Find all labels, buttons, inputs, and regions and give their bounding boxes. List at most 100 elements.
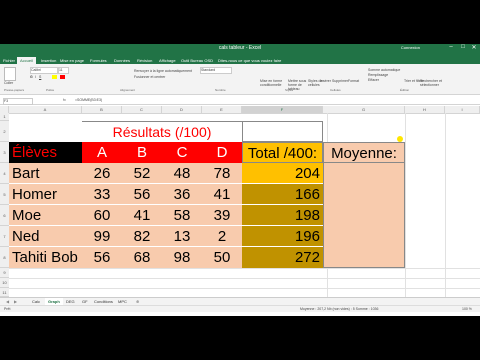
score-cell[interactable]: 52 [122, 163, 162, 184]
tab-page-layout[interactable]: Mise en page [60, 57, 84, 64]
zoom-level[interactable]: 100 % [462, 307, 472, 311]
col-header-b[interactable]: B [122, 142, 162, 163]
score-cell[interactable]: 56 [122, 184, 162, 205]
average-header[interactable]: Moyenne: [323, 142, 405, 163]
column-header-d[interactable]: D [162, 106, 202, 113]
tab-formulas[interactable]: Formules [90, 57, 107, 64]
student-name[interactable]: Moe [9, 205, 82, 226]
col-header-a[interactable]: A [82, 142, 122, 163]
worksheet-grid[interactable]: Résultats (/100) Élèves A B C D Total /4… [9, 113, 480, 297]
results-title[interactable]: Résultats (/100) [82, 121, 242, 142]
wrap-text-button[interactable]: Renvoyer à la ligne automatiquement [134, 69, 192, 73]
score-cell[interactable]: 58 [162, 205, 202, 226]
row-header-9[interactable]: 9 [0, 268, 9, 278]
row-header-5[interactable]: 5 [0, 184, 9, 205]
number-format-select[interactable]: Standard [200, 67, 232, 74]
score-cell[interactable]: 82 [122, 226, 162, 247]
row-header-3[interactable]: 3 [0, 142, 9, 163]
tab-file[interactable]: Fichier [3, 57, 15, 64]
font-size-select[interactable]: 11 [58, 67, 69, 74]
score-cell[interactable]: 2 [202, 226, 242, 247]
maximize-button[interactable]: □ [458, 44, 468, 50]
delete-cells-button[interactable]: Supprimer [332, 79, 348, 83]
score-cell[interactable]: 26 [82, 163, 122, 184]
tab-insert[interactable]: Insertion [41, 57, 56, 64]
select-all-corner[interactable] [0, 106, 9, 113]
total-cell[interactable]: 272 [242, 247, 323, 268]
close-button[interactable]: ✕ [469, 44, 479, 51]
status-ready: Prêt [4, 307, 11, 311]
column-header-g[interactable]: G [323, 106, 405, 113]
score-cell[interactable]: 41 [202, 184, 242, 205]
row-header-11[interactable]: 11 [0, 288, 9, 297]
column-header-e[interactable]: E [202, 106, 242, 113]
column-header-i[interactable]: I [445, 106, 480, 113]
fill-color-icon[interactable] [52, 75, 57, 79]
col-header-c[interactable]: C [162, 142, 202, 163]
column-header-b[interactable]: B [82, 106, 122, 113]
sign-in-link[interactable]: Connexion [401, 45, 420, 50]
name-box[interactable]: F3 [3, 98, 33, 105]
column-header-h[interactable]: H [405, 106, 445, 113]
score-cell[interactable]: 60 [82, 205, 122, 226]
col-header-d[interactable]: D [202, 142, 242, 163]
insert-cells-button[interactable]: Insérer [320, 79, 331, 83]
total-cell[interactable]: 204 [242, 163, 323, 184]
autosum-button[interactable]: Somme automatique [368, 68, 400, 72]
total-cell[interactable]: 196 [242, 226, 323, 247]
score-cell[interactable]: 99 [82, 226, 122, 247]
total-cell[interactable]: 166 [242, 184, 323, 205]
tell-me-box[interactable]: Dites-nous ce que vous voulez faire [218, 57, 281, 64]
row-header-7[interactable]: 7 [0, 226, 9, 247]
students-header[interactable]: Élèves [9, 142, 82, 163]
score-cell[interactable]: 50 [202, 247, 242, 268]
formula-input[interactable]: =SOMME(B3:E3) [75, 98, 102, 102]
row-header-8[interactable]: 8 [0, 247, 9, 268]
row-header-1[interactable]: 1 [0, 113, 9, 121]
row-header-6[interactable]: 6 [0, 205, 9, 226]
average-cells[interactable] [323, 163, 405, 268]
merge-center-button[interactable]: Fusionner et centrer [134, 75, 165, 79]
column-header-a[interactable]: A [9, 106, 82, 113]
student-name[interactable]: Ned [9, 226, 82, 247]
row-header-2[interactable]: 2 [0, 121, 9, 142]
score-cell[interactable]: 78 [202, 163, 242, 184]
score-cell[interactable]: 13 [162, 226, 202, 247]
student-name[interactable]: Tahiti Bob [9, 247, 82, 268]
score-cell[interactable]: 41 [122, 205, 162, 226]
cell-f1[interactable] [242, 121, 323, 142]
score-cell[interactable]: 36 [162, 184, 202, 205]
score-cell[interactable]: 68 [122, 247, 162, 268]
score-cell[interactable]: 39 [202, 205, 242, 226]
minimize-button[interactable]: – [446, 44, 456, 50]
row-header-4[interactable]: 4 [0, 163, 9, 184]
student-name[interactable]: Bart [9, 163, 82, 184]
conditional-format-button[interactable]: Mise en forme conditionnelle [260, 79, 284, 87]
total-cell[interactable]: 198 [242, 205, 323, 226]
tab-home[interactable]: Accueil [17, 57, 36, 64]
score-cell[interactable]: 98 [162, 247, 202, 268]
format-cells-button[interactable]: Format [348, 79, 359, 83]
tab-data[interactable]: Données [114, 57, 130, 64]
clear-button[interactable]: Effacer [368, 78, 379, 82]
bold-button[interactable]: G [30, 75, 33, 79]
student-name[interactable]: Homer [9, 184, 82, 205]
underline-button[interactable]: S [39, 75, 41, 79]
tab-review[interactable]: Révision [137, 57, 152, 64]
total-header[interactable]: Total /400: [242, 142, 323, 163]
paste-icon[interactable] [4, 67, 16, 81]
fill-button[interactable]: Remplissage [368, 73, 388, 77]
column-header-f[interactable]: F [242, 106, 323, 113]
tab-osd[interactable]: Outil Bureau OSD [181, 57, 213, 64]
find-select-button[interactable]: Rechercher et sélectionner [420, 79, 450, 87]
score-cell[interactable]: 48 [162, 163, 202, 184]
italic-button[interactable]: I [35, 75, 36, 79]
row-header-10[interactable]: 10 [0, 278, 9, 288]
score-cell[interactable]: 56 [82, 247, 122, 268]
score-cell[interactable]: 33 [82, 184, 122, 205]
fx-icon[interactable]: fx [63, 98, 66, 102]
column-header-c[interactable]: C [122, 106, 162, 113]
font-name-select[interactable]: Calibri [30, 67, 58, 74]
font-color-icon[interactable] [60, 75, 65, 79]
tab-view[interactable]: Affichage [159, 57, 176, 64]
